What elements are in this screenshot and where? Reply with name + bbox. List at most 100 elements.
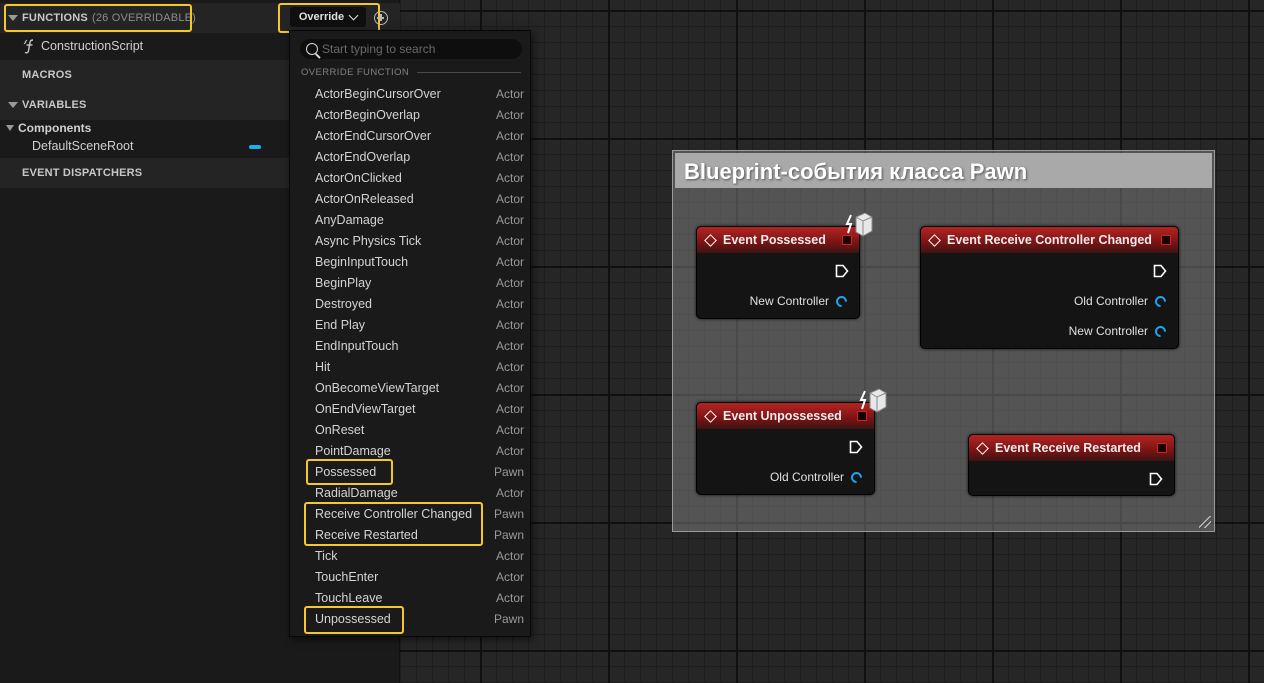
delegate-pin[interactable] xyxy=(1157,443,1167,453)
override-item[interactable]: Receive Controller Changed Pawn xyxy=(290,503,530,524)
override-item-class: Actor xyxy=(495,401,524,416)
override-item[interactable]: ActorBeginCursorOver Actor xyxy=(290,83,530,104)
override-item-class: Actor xyxy=(495,443,524,458)
add-icon[interactable] xyxy=(374,11,388,25)
override-item-class: Actor xyxy=(495,191,524,206)
override-item-name: OnEndViewTarget xyxy=(315,401,416,416)
override-item[interactable]: End Play Actor xyxy=(290,314,530,335)
pin-new-controller[interactable]: New Controller xyxy=(1068,323,1169,339)
override-item[interactable]: Hit Actor xyxy=(290,356,530,377)
search-icon xyxy=(306,43,318,55)
override-item[interactable]: Possessed Pawn xyxy=(290,461,530,482)
override-item[interactable]: OnBecomeViewTarget Actor xyxy=(290,377,530,398)
construction-script-item[interactable]: ConstructionScript xyxy=(22,36,143,56)
override-item[interactable]: RadialDamage Actor xyxy=(290,482,530,503)
override-item-name: OnReset xyxy=(315,422,365,437)
pin-label: Old Controller xyxy=(769,470,844,484)
override-item[interactable]: ActorOnClicked Actor xyxy=(290,167,530,188)
override-item-name: BeginInputTouch xyxy=(315,254,409,269)
network-replication-icon xyxy=(859,388,887,413)
collapse-triangle-icon[interactable] xyxy=(8,15,18,21)
delegate-pin[interactable] xyxy=(1161,235,1171,245)
event-diamond-icon xyxy=(928,233,941,247)
override-item-name: ActorEndOverlap xyxy=(315,149,411,164)
override-item-name: ActorBeginCursorOver xyxy=(315,86,441,101)
override-item[interactable]: OnEndViewTarget Actor xyxy=(290,398,530,419)
override-item-class: Actor xyxy=(495,296,524,311)
pin-label: New Controller xyxy=(1068,324,1148,338)
override-function-list: ActorBeginCursorOver Actor ActorBeginOverl… xyxy=(290,83,530,629)
override-item[interactable]: PointDamage Actor xyxy=(290,440,530,461)
node-header: Event Receive Restarted xyxy=(969,435,1174,461)
chevron-down-icon xyxy=(348,10,359,20)
override-item[interactable]: AnyDamage Actor xyxy=(290,209,530,230)
override-item-class: Actor xyxy=(495,359,524,374)
functions-count: (26 OVERRIDABLE) xyxy=(91,12,197,24)
pin-old-controller[interactable]: Old Controller xyxy=(769,469,865,485)
override-item-name: RadialDamage xyxy=(315,485,398,500)
variable-type-pill xyxy=(249,145,261,149)
override-item[interactable]: ActorBeginOverlap Actor xyxy=(290,104,530,125)
search-input[interactable] xyxy=(322,42,512,56)
event-diamond-icon xyxy=(704,233,717,247)
override-item-class: Actor xyxy=(495,212,524,227)
override-item[interactable]: ActorEndOverlap Actor xyxy=(290,146,530,167)
default-scene-root-label: DefaultSceneRoot xyxy=(32,139,134,153)
comment-title[interactable]: Blueprint-события класса Pawn xyxy=(675,153,1212,188)
node-event-unpossessed[interactable]: Event Unpossessed Old Controller xyxy=(696,402,875,495)
override-item-class: Actor xyxy=(495,254,524,269)
override-item-name: ActorEndCursorOver xyxy=(315,128,432,143)
node-event-receive-controller-changed[interactable]: Event Receive Controller Changed Old Con… xyxy=(920,226,1179,349)
override-item[interactable]: Tick Actor xyxy=(290,545,530,566)
override-item[interactable]: TouchEnter Actor xyxy=(290,566,530,587)
node-header: Event Receive Controller Changed xyxy=(921,227,1178,253)
override-item-name: ActorOnReleased xyxy=(315,191,414,206)
override-item[interactable]: ActorOnReleased Actor xyxy=(290,188,530,209)
functions-label: FUNCTIONS xyxy=(22,12,88,24)
default-scene-root-item[interactable]: DefaultSceneRoot xyxy=(32,136,133,156)
object-pin-icon[interactable] xyxy=(848,469,865,485)
override-item[interactable]: BeginInputTouch Actor xyxy=(290,251,530,272)
collapse-triangle-icon[interactable] xyxy=(6,125,14,131)
override-item-class: Actor xyxy=(495,422,524,437)
components-label: Components xyxy=(18,121,92,135)
node-title: Event Receive Restarted xyxy=(995,441,1141,455)
pin-new-controller[interactable]: New Controller xyxy=(750,293,850,309)
override-item[interactable]: Receive Restarted Pawn xyxy=(290,524,530,545)
event-diamond-icon xyxy=(976,441,989,455)
override-item-name: TouchEnter xyxy=(315,569,379,584)
override-item[interactable]: Async Physics Tick Actor xyxy=(290,230,530,251)
override-item-class: Actor xyxy=(495,275,524,290)
object-pin-icon[interactable] xyxy=(1152,323,1169,339)
event-dispatchers-label: EVENT DISPATCHERS xyxy=(22,167,143,179)
pin-old-controller[interactable]: Old Controller xyxy=(1073,293,1169,309)
object-pin-icon[interactable] xyxy=(833,293,850,309)
override-item-name: Tick xyxy=(315,548,338,563)
override-item-class: Pawn xyxy=(493,527,524,542)
override-item-name: BeginPlay xyxy=(315,275,372,290)
search-box[interactable] xyxy=(300,39,522,59)
override-item[interactable]: Unpossessed Pawn xyxy=(290,608,530,629)
override-item[interactable]: Destroyed Actor xyxy=(290,293,530,314)
override-item-name: PointDamage xyxy=(315,443,391,458)
resize-grip-icon[interactable] xyxy=(1199,516,1211,528)
components-category[interactable]: Components xyxy=(6,118,91,138)
override-label: Override xyxy=(298,11,345,23)
override-item-class: Actor xyxy=(495,590,524,605)
override-item-name: Hit xyxy=(315,359,331,374)
override-item-class: Actor xyxy=(495,170,524,185)
node-event-receive-restarted[interactable]: Event Receive Restarted xyxy=(968,434,1175,496)
override-item[interactable]: TouchLeave Actor xyxy=(290,587,530,608)
override-item[interactable]: EndInputTouch Actor xyxy=(290,335,530,356)
override-item[interactable]: OnReset Actor xyxy=(290,419,530,440)
collapse-triangle-icon[interactable] xyxy=(8,102,18,108)
override-item-class: Actor xyxy=(495,485,524,500)
override-function-dropdown: OVERRIDE FUNCTION ActorBeginCursorOverAc… xyxy=(289,30,531,637)
construction-script-label: ConstructionScript xyxy=(41,39,144,53)
override-item[interactable]: BeginPlay Actor xyxy=(290,272,530,293)
pin-label: Old Controller xyxy=(1073,294,1148,308)
override-button[interactable]: Override xyxy=(290,7,366,27)
object-pin-icon[interactable] xyxy=(1152,293,1169,309)
node-event-possessed[interactable]: Event Possessed New Controller xyxy=(696,226,860,319)
override-item[interactable]: ActorEndCursorOver Actor xyxy=(290,125,530,146)
